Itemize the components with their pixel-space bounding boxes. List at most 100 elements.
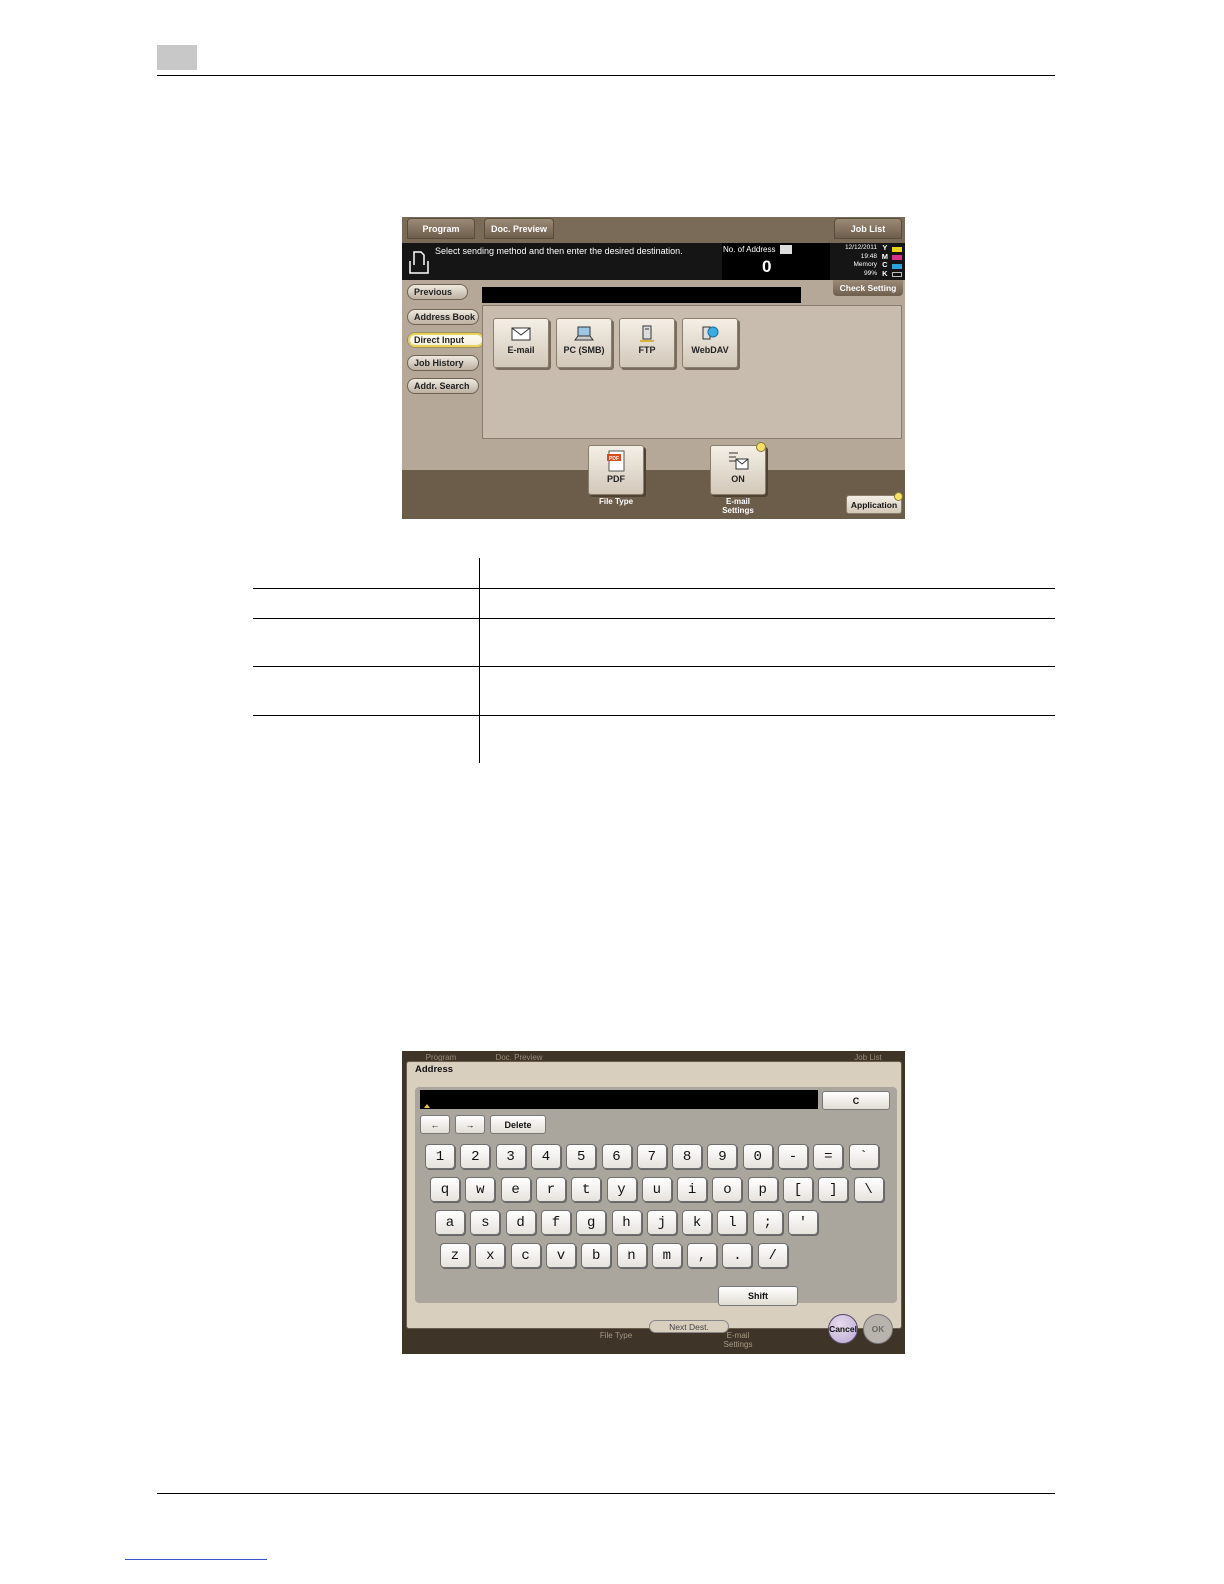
email-label: E-mail <box>507 345 535 355</box>
keyboard-key[interactable]: ] <box>818 1177 849 1202</box>
keyboard-key[interactable]: s <box>470 1210 501 1235</box>
keyboard-key[interactable]: 8 <box>672 1144 703 1169</box>
keyboard-key[interactable]: i <box>677 1177 708 1202</box>
webdav-destination-button[interactable]: WebDAV <box>682 318 738 368</box>
previous-button[interactable]: Previous <box>407 284 468 300</box>
keyboard-key[interactable]: 2 <box>460 1144 491 1169</box>
keyboard-key[interactable]: [ <box>783 1177 813 1202</box>
keyboard-key[interactable]: 1 <box>425 1144 455 1169</box>
header-rule <box>157 75 1055 76</box>
keyboard-key[interactable]: ; <box>752 1210 783 1235</box>
keyboard-key[interactable]: l <box>717 1210 748 1235</box>
footer-rule <box>157 1493 1055 1494</box>
email-destination-button[interactable]: E-mail <box>493 318 549 368</box>
pc-smb-destination-button[interactable]: PC (SMB) <box>556 318 612 368</box>
keyboard-key[interactable]: ` <box>848 1144 879 1169</box>
keyboard-key[interactable]: h <box>611 1210 642 1235</box>
ok-button[interactable]: OK <box>863 1314 893 1344</box>
keyboard-key[interactable]: v <box>545 1243 576 1268</box>
keyboard-key[interactable]: w <box>465 1177 496 1202</box>
envelope-icon <box>511 327 531 341</box>
keyboard-key[interactable]: g <box>576 1210 607 1235</box>
bottom-bar <box>402 470 905 519</box>
keyboard-key[interactable]: q <box>430 1177 460 1202</box>
keyboard-area: C ← → Delete 1 2 3 4 5 6 7 8 9 0- = ` q w e r t y u i o p[] \ a… <box>415 1087 897 1306</box>
bg-email-caption-line2: Settings <box>723 1340 753 1349</box>
keyboard-key[interactable]: 6 <box>601 1144 632 1169</box>
keyboard-key[interactable]: 7 <box>636 1144 667 1169</box>
keyboard-key[interactable]: 3 <box>495 1144 526 1169</box>
keyboard-key[interactable]: x <box>475 1243 506 1268</box>
cursor-right-button[interactable]: → <box>455 1115 485 1134</box>
keyboard-key[interactable]: 0 <box>742 1144 773 1169</box>
keyboard-key[interactable]: d <box>505 1210 536 1235</box>
keyboard-key[interactable]: j <box>646 1210 677 1235</box>
keyboard-key[interactable]: 5 <box>566 1144 597 1169</box>
table-row-rule <box>253 588 1055 589</box>
direct-input-panel: E-mail PC (SMB) FTP WebDAV <box>482 305 902 439</box>
keyboard-key[interactable]: 9 <box>707 1144 738 1169</box>
keyboard-key[interactable]: b <box>581 1243 612 1268</box>
keyboard-key[interactable]: r <box>535 1177 566 1202</box>
email-settings-caption: E-mail Settings <box>710 497 766 515</box>
message-bar: Select sending method and then enter the… <box>402 243 905 280</box>
keyboard-key[interactable]: o <box>712 1177 743 1202</box>
keyboard-key[interactable]: \ <box>853 1177 884 1202</box>
setting-changed-indicator <box>756 442 766 452</box>
keyboard-key[interactable]: . <box>722 1243 753 1268</box>
computer-icon <box>574 326 594 341</box>
keyboard-key[interactable]: k <box>682 1210 713 1235</box>
cursor-left-button[interactable]: ← <box>420 1115 450 1134</box>
sidebar-item-address-book[interactable]: Address Book <box>407 309 479 325</box>
keyboard-key[interactable]: 4 <box>530 1144 561 1169</box>
toner-y-gauge <box>892 247 902 252</box>
cancel-button[interactable]: Cancel <box>828 1314 858 1344</box>
keyboard-key[interactable]: a <box>435 1210 465 1235</box>
delete-button[interactable]: Delete <box>490 1115 546 1134</box>
tab-doc-preview[interactable]: Doc. Preview <box>484 218 554 239</box>
keyboard-key[interactable]: p <box>747 1177 778 1202</box>
email-settings-caption-line2: Settings <box>722 506 754 515</box>
check-setting-button[interactable]: Check Setting <box>833 280 903 296</box>
sidebar-item-direct-input[interactable]: Direct Input <box>407 332 485 348</box>
svg-text:PDF: PDF <box>609 456 619 462</box>
keyboard-key[interactable]: y <box>606 1177 637 1202</box>
file-type-caption: File Type <box>598 497 634 506</box>
pc-smb-label: PC (SMB) <box>563 345 605 355</box>
keyboard-key[interactable]: / <box>757 1243 788 1268</box>
sidebar-item-job-history[interactable]: Job History <box>407 355 479 371</box>
status-memory-label: Memory <box>853 261 877 268</box>
webdav-globe-icon <box>702 326 719 340</box>
destination-input[interactable] <box>482 287 801 303</box>
keyboard-key[interactable]: , <box>687 1243 718 1268</box>
ftp-destination-button[interactable]: FTP <box>619 318 675 368</box>
email-settings-button[interactable]: ON <box>710 445 766 495</box>
keyboard-key[interactable]: u <box>641 1177 672 1202</box>
table-row-rule <box>253 618 1055 619</box>
keyboard-key[interactable]: - <box>778 1144 808 1169</box>
status-panel: 12/12/2011 19:48 Memory 99% Y M C K <box>832 243 905 280</box>
file-type-button[interactable]: PDF PDF <box>588 445 644 495</box>
table-row-rule <box>253 715 1055 716</box>
tab-program[interactable]: Program <box>407 218 475 239</box>
keyboard-key[interactable]: z <box>440 1243 470 1268</box>
keyboard-key[interactable]: n <box>616 1243 647 1268</box>
file-type-value: PDF <box>607 474 625 484</box>
address-input-field[interactable] <box>420 1090 818 1109</box>
keyboard-key[interactable]: t <box>571 1177 602 1202</box>
keyboard-key[interactable]: f <box>540 1210 571 1235</box>
keyboard-key[interactable]: = <box>813 1144 844 1169</box>
email-settings-icon <box>729 452 749 470</box>
sidebar-item-addr-search[interactable]: Addr. Search <box>407 378 479 394</box>
tab-job-list[interactable]: Job List <box>834 218 902 239</box>
lock-icon <box>780 245 792 254</box>
clear-button[interactable]: C <box>822 1091 890 1110</box>
top-tab-bar <box>402 217 905 243</box>
address-count-box: No. of Address 0 <box>722 243 830 280</box>
keyboard-key[interactable]: e <box>500 1177 531 1202</box>
keyboard-key[interactable]: c <box>510 1243 541 1268</box>
keyboard-key[interactable]: ' <box>788 1210 818 1235</box>
shift-key[interactable]: Shift <box>718 1286 798 1306</box>
bg-email-caption-line1: E-mail <box>726 1331 750 1340</box>
keyboard-key[interactable]: m <box>651 1243 682 1268</box>
